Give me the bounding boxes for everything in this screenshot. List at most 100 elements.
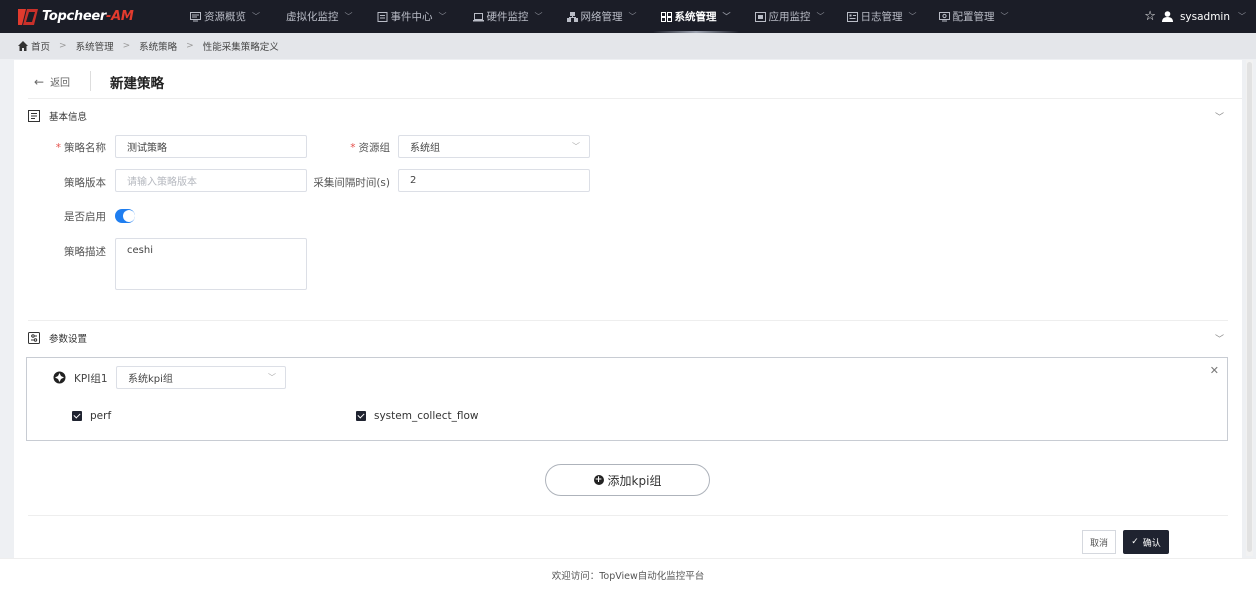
breadcrumb: 首页 > 系统管理 > 系统策略 > 性能采集策略定义 [0, 33, 1256, 59]
breadcrumb-home[interactable]: 首页 [31, 39, 50, 53]
page-header: ← 返回 新建策略 [28, 60, 1242, 99]
nav-item-label: 日志管理 [860, 11, 903, 23]
kpi-group-panel: ✕ KPI组1 系统kpi组 ﹀ perf system_collect_flo… [26, 357, 1228, 441]
header-divider [90, 71, 91, 91]
arrow-left-icon: ← [34, 74, 45, 89]
close-icon[interactable]: ✕ [1210, 364, 1219, 377]
chevron-right-icon: > [186, 41, 194, 51]
network-icon [566, 11, 578, 22]
username[interactable]: sysadmin [1180, 11, 1230, 23]
nav-item-label: 事件中心 [390, 11, 433, 23]
add-kpi-group-button[interactable]: + 添加kpi组 [545, 464, 710, 496]
chevron-down-icon: ﹀ [722, 12, 731, 21]
vertical-scrollbar[interactable] [1246, 60, 1253, 556]
breadcrumb-system-management[interactable]: 系统管理 [76, 39, 114, 53]
chevron-down-icon[interactable]: ﹀ [1215, 110, 1224, 123]
chevron-down-icon: ﹀ [344, 12, 353, 21]
chevron-down-icon: ﹀ [572, 142, 580, 151]
chevron-down-icon: ﹀ [252, 12, 260, 21]
user-icon [1161, 11, 1173, 22]
breadcrumb-current: 性能采集策略定义 [202, 42, 279, 53]
chevron-down-icon: ﹀ [816, 12, 825, 21]
nav-item-label: 硬件监控 [486, 11, 529, 23]
nav-item-label: 虚拟化监控 [286, 11, 339, 23]
page-title: 新建策略 [110, 76, 164, 92]
app-logo[interactable]: Topcheer-AM [18, 0, 158, 33]
kpi-group-label: KPI组1 [74, 373, 108, 385]
log-icon [846, 11, 858, 22]
confirm-button[interactable]: ✓ 确认 [1123, 530, 1169, 554]
checkbox-checked [72, 411, 82, 421]
chevron-down-icon: ﹀ [628, 12, 637, 21]
nav-item-label: 资源概览 [204, 11, 246, 23]
chevron-down-icon: ﹀ [534, 12, 543, 21]
nav-item-log-management[interactable]: 日志管理 ﹀ [846, 0, 917, 33]
section-divider [28, 320, 1228, 321]
section-title: 参数设置 [49, 334, 88, 345]
logo-text: Topcheer-AM [42, 9, 134, 24]
nav-item-resource-overview[interactable]: 资源概览 ﹀ [190, 0, 260, 33]
logo-mark-icon [18, 8, 38, 25]
nav-item-virtualization[interactable]: 虚拟化监控 ﹀ [286, 0, 353, 33]
interval-label: 采集间隔时间(s) [313, 177, 390, 189]
check-icon: ✓ [1131, 537, 1139, 547]
policy-version-label: 策略版本 [64, 177, 106, 189]
enabled-toggle[interactable] [115, 209, 135, 223]
chevron-right-icon: > [59, 41, 67, 51]
actions-divider [28, 515, 1228, 516]
laptop-icon [472, 12, 484, 21]
checkbox-perf[interactable]: perf [72, 410, 111, 422]
nav-item-config-management[interactable]: 配置管理 ﹀ [938, 0, 1009, 33]
nav-item-label: 系统管理 [674, 11, 717, 23]
scrollbar-thumb[interactable] [1247, 62, 1252, 552]
checkbox-checked [356, 411, 366, 421]
footer-text: 欢迎访问：TopView自动化监控平台 [551, 571, 705, 582]
chevron-down-icon: ﹀ [908, 12, 917, 21]
grid-icon [660, 11, 672, 22]
main-nav: 资源概览 ﹀ 虚拟化监控 ﹀ 事件中心 ﹀ 硬件监控 ﹀ 网络管理 ﹀ 系统管理… [158, 0, 1009, 33]
nav-item-hardware[interactable]: 硬件监控 ﹀ [472, 0, 543, 33]
policy-version-input[interactable]: 请输入策略版本 [115, 169, 307, 192]
cancel-button[interactable]: 取消 [1082, 530, 1116, 554]
form-icon [28, 110, 40, 122]
chevron-down-icon[interactable]: ﹀ [1238, 11, 1246, 22]
document-icon [377, 11, 387, 22]
back-button[interactable]: ← 返回 [34, 74, 71, 90]
interval-input[interactable]: 2 [398, 169, 590, 192]
kpi-group-icon [53, 371, 66, 384]
basic-info-section-header: 基本信息 [28, 109, 87, 123]
home-icon [18, 41, 28, 51]
nav-item-app-monitoring[interactable]: 应用监控 ﹀ [754, 0, 825, 33]
nav-item-system-management[interactable]: 系统管理 ﹀ [652, 0, 739, 33]
nav-item-event-center[interactable]: 事件中心 ﹀ [377, 0, 447, 33]
chevron-down-icon: ﹀ [438, 12, 447, 21]
nav-item-label: 网络管理 [580, 11, 623, 23]
star-icon[interactable]: ☆ [1144, 9, 1156, 24]
footer: 欢迎访问：TopView自动化监控平台 [0, 558, 1256, 591]
chevron-down-icon[interactable]: ﹀ [1215, 332, 1224, 345]
params-section-header: 参数设置 [28, 331, 87, 345]
policy-name-input[interactable]: 测试策略 [115, 135, 307, 158]
monitor-icon [190, 11, 201, 21]
checkbox-system-collect-flow[interactable]: system_collect_flow [356, 410, 478, 422]
top-nav-bar: Topcheer-AM 资源概览 ﹀ 虚拟化监控 ﹀ 事件中心 ﹀ 硬件监控 ﹀… [0, 0, 1256, 33]
resource-group-label: * 资源组 [350, 142, 390, 154]
policy-form-card: ← 返回 新建策略 基本信息 ﹀ * 策略名称 测试策略 * 资源组 系统组 ﹀ 策… [14, 60, 1242, 558]
breadcrumb-system-policy[interactable]: 系统策略 [139, 39, 177, 53]
resource-group-select[interactable]: 系统组 ﹀ [398, 135, 590, 158]
policy-name-label: * 策略名称 [55, 142, 106, 154]
toggle-knob [123, 210, 135, 222]
chevron-right-icon: > [122, 41, 131, 51]
user-area: ☆ sysadmin ﹀ [1144, 0, 1246, 33]
description-label: 策略描述 [64, 246, 106, 258]
description-textarea[interactable]: ceshi [115, 238, 307, 290]
config-icon [938, 11, 950, 21]
back-label: 返回 [50, 78, 71, 89]
nav-item-network[interactable]: 网络管理 ﹀ [566, 0, 637, 33]
window-icon [754, 11, 766, 22]
kpi-group-select[interactable]: 系统kpi组 ﹀ [116, 366, 286, 389]
section-title: 基本信息 [49, 112, 88, 123]
chevron-down-icon: ﹀ [1000, 12, 1009, 21]
chevron-down-icon: ﹀ [268, 373, 276, 382]
plus-circle-icon: + [593, 475, 604, 485]
